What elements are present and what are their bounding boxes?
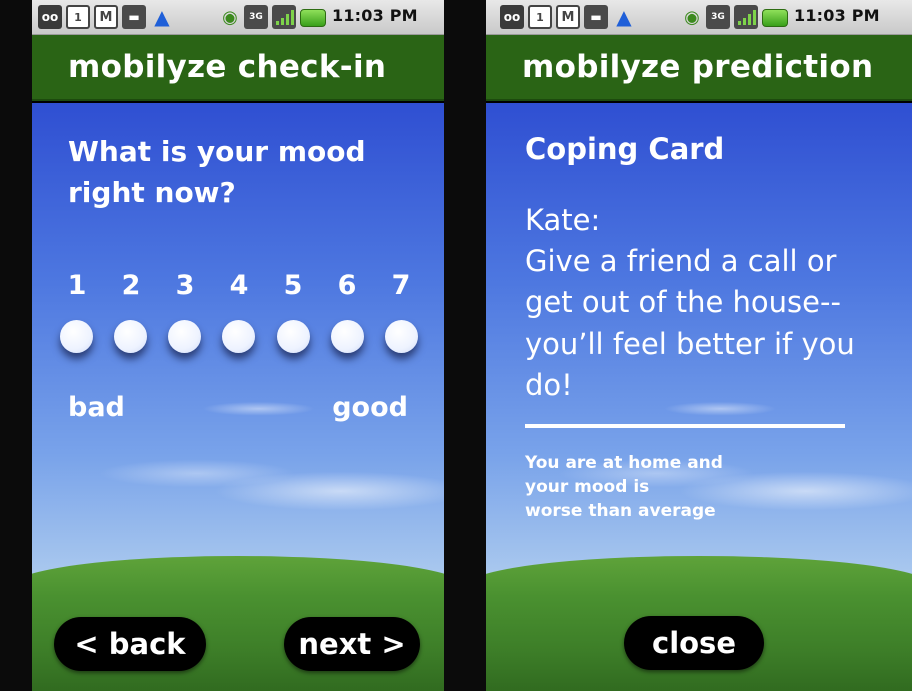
mood-option-3[interactable] [168, 320, 202, 353]
coping-card-message: Kate: Give a friend a call or get out of… [525, 200, 870, 406]
navigation-icon: ▲ [154, 5, 170, 29]
mood-scale-numbers: 1 2 3 4 5 6 7 [60, 270, 418, 301]
next-button[interactable]: next > [284, 617, 420, 671]
mood-scale-options [60, 320, 418, 353]
scale-number: 5 [283, 270, 303, 301]
clock: 11:03 PM [794, 6, 880, 25]
mood-option-6[interactable] [330, 320, 364, 353]
scale-number: 2 [121, 270, 141, 301]
checkin-screen: oo 1 M ▬ ▲ ◉ 3G 11:03 PM mobilyze check-… [32, 0, 444, 691]
page-title: mobilyze check-in [68, 49, 387, 85]
prediction-screen: oo 1 M ▬ ▲ ◉ 3G 11:03 PM mobilyze predic… [486, 0, 912, 691]
mood-option-4[interactable] [222, 320, 256, 353]
scale-low-label: bad [68, 392, 125, 423]
scale-high-label: good [332, 392, 408, 423]
gmail-icon: M [94, 5, 118, 29]
sync-icon: ◉ [222, 6, 238, 28]
clock: 11:03 PM [332, 6, 418, 25]
calendar-icon: 1 [528, 5, 552, 29]
mood-option-7[interactable] [384, 320, 418, 353]
scale-number: 4 [229, 270, 249, 301]
mood-option-2[interactable] [114, 320, 148, 353]
calendar-icon: 1 [66, 5, 90, 29]
chat-icon: ▬ [584, 5, 608, 29]
scale-number: 1 [67, 270, 87, 301]
card-divider [525, 424, 845, 428]
back-button[interactable]: < back [54, 617, 206, 671]
scale-number: 6 [337, 270, 357, 301]
app-header: mobilyze check-in [32, 35, 444, 101]
signal-icon [734, 5, 758, 29]
scale-number: 7 [391, 270, 411, 301]
signal-icon [272, 5, 296, 29]
battery-icon [300, 9, 326, 27]
voicemail-icon: oo [500, 5, 524, 29]
mood-option-1[interactable] [60, 320, 93, 353]
context-note: You are at home and your mood is worse t… [525, 452, 785, 523]
chat-icon: ▬ [122, 5, 146, 29]
3g-icon: 3G [244, 5, 268, 29]
3g-icon: 3G [706, 5, 730, 29]
page-title: mobilyze prediction [522, 49, 874, 85]
coping-card-recipient: Kate: [525, 203, 601, 237]
status-bar: oo 1 M ▬ ▲ ◉ 3G 11:03 PM [32, 0, 444, 35]
status-bar: oo 1 M ▬ ▲ ◉ 3G 11:03 PM [486, 0, 912, 35]
context-line: your mood is [525, 476, 650, 497]
coping-card-title: Coping Card [525, 132, 725, 166]
app-header: mobilyze prediction [486, 35, 912, 101]
coping-card-advice: Give a friend a call or get out of the h… [525, 244, 855, 402]
close-button[interactable]: close [624, 616, 764, 670]
context-line: You are at home and [525, 453, 723, 473]
mood-option-5[interactable] [276, 320, 310, 353]
battery-icon [762, 9, 788, 27]
gmail-icon: M [556, 5, 580, 29]
context-line: worse than average [525, 500, 716, 521]
voicemail-icon: oo [38, 5, 62, 29]
sync-icon: ◉ [684, 6, 700, 28]
mood-question: What is your mood right now? [68, 135, 366, 209]
scale-number: 3 [175, 270, 195, 301]
navigation-icon: ▲ [616, 5, 632, 29]
